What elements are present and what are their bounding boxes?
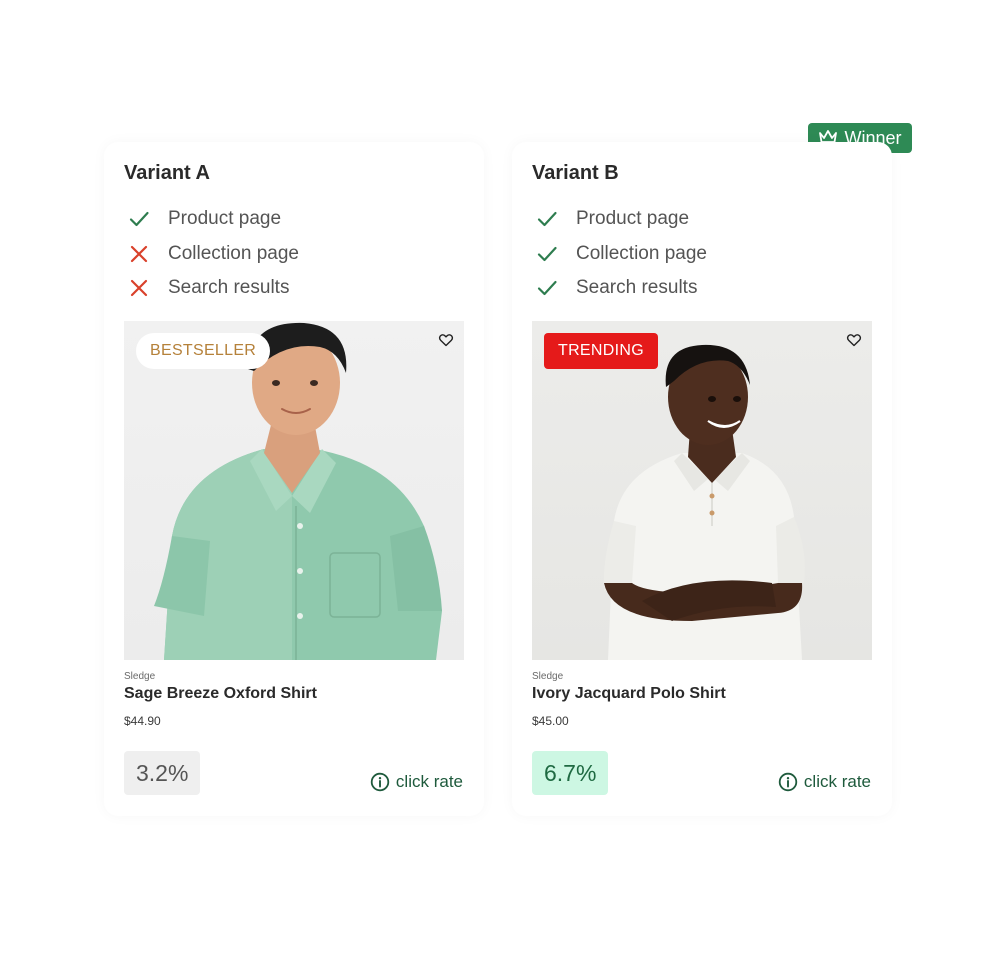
placement-product-page: Product page [128, 202, 299, 237]
placement-collection-page: Collection page [536, 237, 707, 272]
variant-b-placements: Product page Collection page Search resu… [536, 202, 707, 306]
check-icon [536, 277, 558, 299]
heart-icon[interactable] [846, 332, 862, 348]
placement-label: Collection page [576, 242, 707, 264]
variant-b-title: Variant B [532, 162, 619, 184]
variant-a-title: Variant A [124, 162, 210, 184]
variant-a-card: Variant A Product page Collection page S… [104, 142, 484, 816]
click-rate-label: click rate [803, 772, 871, 791]
product-name[interactable]: Sage Breeze Oxford Shirt [124, 685, 317, 703]
shirt-model-illustration [154, 322, 442, 660]
product-price: $45.00 [532, 714, 569, 728]
check-icon [536, 208, 558, 230]
info-icon [370, 772, 390, 792]
product-image[interactable]: TRENDING [532, 321, 872, 660]
product-vendor: Sledge [532, 671, 564, 682]
product-name[interactable]: Ivory Jacquard Polo Shirt [532, 685, 726, 703]
click-rate-info[interactable]: click rate [370, 772, 463, 792]
click-rate-label: click rate [395, 772, 463, 791]
product-vendor: Sledge [124, 671, 156, 682]
placement-collection-page: Collection page [128, 237, 299, 272]
polo-model-illustration [603, 344, 805, 660]
placement-search-results: Search results [536, 271, 707, 306]
product-price: $44.90 [124, 714, 161, 728]
click-rate-value: 6.7% [532, 751, 609, 795]
placement-label: Search results [576, 277, 698, 299]
placement-label: Product page [168, 208, 282, 230]
variant-a-placements: Product page Collection page Search resu… [128, 202, 299, 306]
heart-icon[interactable] [438, 332, 454, 348]
placement-search-results: Search results [128, 271, 299, 306]
placement-label: Collection page [168, 242, 299, 264]
placement-label: Search results [168, 277, 290, 299]
cross-icon [128, 277, 150, 299]
click-rate-value: 3.2% [124, 751, 201, 795]
cross-icon [128, 243, 150, 265]
bestseller-badge: BESTSELLER [136, 333, 271, 369]
product-image[interactable]: BESTSELLER [124, 321, 464, 660]
variant-b-card: Variant B Product page Collection page S… [512, 142, 892, 816]
check-icon [128, 208, 150, 230]
info-icon [778, 772, 798, 792]
check-icon [536, 243, 558, 265]
placement-label: Product page [576, 208, 690, 230]
placement-product-page: Product page [536, 202, 707, 237]
trending-badge: TRENDING [544, 333, 658, 369]
click-rate-info[interactable]: click rate [778, 772, 871, 792]
